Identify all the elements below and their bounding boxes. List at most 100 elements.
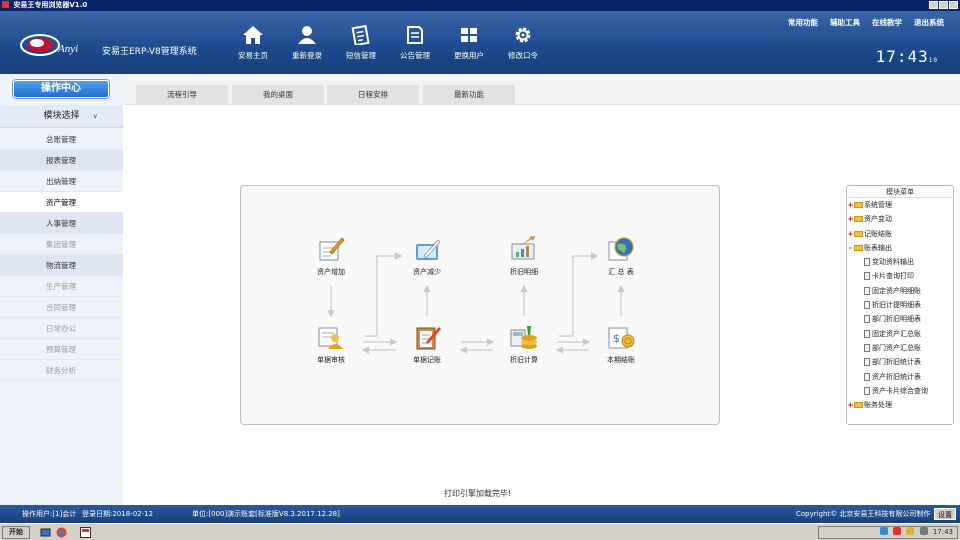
nav-home[interactable]: 安易主页 bbox=[226, 25, 280, 61]
expand-icon[interactable]: + bbox=[847, 227, 854, 241]
volume-icon[interactable] bbox=[919, 527, 928, 535]
sidebar-item-budget[interactable]: 预算管理 bbox=[0, 339, 123, 360]
settings-button[interactable]: 设置 bbox=[934, 508, 956, 520]
expand-icon[interactable]: + bbox=[847, 398, 854, 412]
tree-node-asset-change[interactable]: + 资产变动 bbox=[847, 212, 953, 226]
sidebar-item-group[interactable]: 集团管理 bbox=[0, 234, 123, 255]
sidebar-item-hr[interactable]: 人事管理 bbox=[0, 213, 123, 234]
taskbar-clock: 17:43 bbox=[932, 528, 953, 536]
clock-time: 17:43 bbox=[875, 47, 929, 66]
module-select[interactable]: 模块选择 v bbox=[0, 105, 123, 128]
tab-my-desktop[interactable]: 我的桌面 bbox=[232, 85, 324, 104]
tree-leaf[interactable]: 部门折旧统计表 bbox=[847, 355, 953, 369]
collapse-icon[interactable]: - bbox=[847, 241, 854, 255]
tree-leaf[interactable]: 折旧计提明细表 bbox=[847, 298, 953, 312]
sidebar-item-logistics[interactable]: 物流管理 bbox=[0, 255, 123, 276]
document-icon bbox=[864, 301, 870, 310]
document-icon bbox=[864, 329, 870, 338]
tree-node-system[interactable]: + 系统管理 bbox=[847, 198, 953, 212]
tree-leaf-label: 部门折旧统计表 bbox=[872, 358, 921, 367]
link-common-functions[interactable]: 常用功能 bbox=[788, 17, 818, 28]
tree-node-posting[interactable]: + 记账结账 bbox=[847, 227, 953, 241]
coins-calc-icon bbox=[510, 326, 537, 349]
document-icon bbox=[864, 315, 870, 324]
expand-icon[interactable]: + bbox=[847, 212, 854, 226]
gear-icon bbox=[515, 27, 531, 43]
maximize-button[interactable] bbox=[939, 1, 948, 9]
tips-icon[interactable] bbox=[906, 527, 915, 535]
tree-leaf[interactable]: 部门折旧明细表 bbox=[847, 312, 953, 326]
nav-sms[interactable]: 短信管理 bbox=[334, 25, 388, 61]
flow-node-period-close[interactable]: $ 本期结账 bbox=[596, 324, 646, 365]
tree-leaf[interactable]: 部门资产汇总账 bbox=[847, 341, 953, 355]
close-button[interactable] bbox=[949, 1, 958, 9]
sidebar-item-general-ledger[interactable]: 总账管理 bbox=[0, 129, 123, 150]
users-grid-icon bbox=[461, 28, 477, 42]
tree-node-accounting[interactable]: + 账务处理 bbox=[847, 398, 953, 412]
tree-leaf[interactable]: 资产折旧统计表 bbox=[847, 370, 953, 384]
window-title: 安易王专用浏览器V1.0 bbox=[13, 1, 88, 9]
tab-process-guide[interactable]: 流程引导 bbox=[136, 85, 228, 104]
clock-suffix: 10 bbox=[928, 57, 938, 64]
tree-leaf[interactable]: 固定资产汇总账 bbox=[847, 327, 953, 341]
tree-node-label: 记账结账 bbox=[864, 229, 892, 238]
start-button[interactable]: 开始 bbox=[2, 526, 30, 539]
tab-new-features[interactable]: 最新功能 bbox=[423, 85, 515, 104]
link-tools[interactable]: 辅助工具 bbox=[830, 17, 860, 28]
tree-leaf-label: 固定资产明细账 bbox=[872, 286, 921, 295]
flow-node-asset-increase[interactable]: 资产增加 bbox=[306, 236, 356, 277]
system-tray: 17:43 bbox=[818, 526, 958, 539]
tree-leaf[interactable]: 资产卡片综合查询 bbox=[847, 384, 953, 398]
flow-node-summary-table[interactable]: 汇 总 表 bbox=[596, 236, 646, 277]
sidebar-item-assets[interactable]: 资产管理 bbox=[0, 192, 123, 213]
operator-info: 操作用户:[1]会计 bbox=[22, 510, 77, 518]
app-icon bbox=[2, 1, 9, 8]
network-icon[interactable] bbox=[879, 527, 888, 535]
sidebar-item-reports[interactable]: 报表管理 bbox=[0, 150, 123, 171]
browser-icon[interactable] bbox=[56, 527, 67, 538]
flow-node-label: 单据审核 bbox=[317, 356, 345, 364]
link-exit[interactable]: 退出系统 bbox=[914, 17, 944, 28]
tree-leaf-label: 折旧计提明细表 bbox=[872, 301, 921, 310]
document-icon bbox=[864, 358, 870, 367]
antivirus-icon[interactable] bbox=[893, 527, 902, 535]
tree-node-label: 账表输出 bbox=[864, 243, 892, 252]
flow-node-depreciation-calc[interactable]: 折旧计算 bbox=[499, 324, 549, 365]
operation-center-button[interactable]: 操作中心 bbox=[13, 80, 109, 98]
flow-node-document-review[interactable]: 单据审核 bbox=[306, 324, 356, 365]
nav-change-password[interactable]: 修改口令 bbox=[496, 25, 550, 61]
expand-icon[interactable]: + bbox=[847, 198, 854, 212]
user-doc-icon bbox=[318, 327, 343, 349]
flow-node-document-posting[interactable]: 单据记账 bbox=[402, 324, 452, 365]
edit-card-icon bbox=[416, 239, 441, 260]
tree-leaf[interactable]: 卡片查询打印 bbox=[847, 269, 953, 283]
sidebar-item-production[interactable]: 生产管理 bbox=[0, 276, 123, 297]
link-online-teaching[interactable]: 在线教学 bbox=[872, 17, 902, 28]
chart-arrow-icon bbox=[511, 236, 535, 260]
tree-leaf[interactable]: 固定资产明细账 bbox=[847, 284, 953, 298]
flow-node-label: 折旧明细 bbox=[510, 268, 538, 276]
desktop-icon[interactable] bbox=[40, 527, 51, 538]
nav-notice[interactable]: 公告管理 bbox=[388, 25, 442, 61]
flow-connectors bbox=[327, 252, 625, 354]
nav-label: 更换用户 bbox=[454, 51, 484, 60]
flow-node-depreciation-detail[interactable]: 折旧明细 bbox=[499, 236, 549, 277]
sidebar-item-office[interactable]: 日常办公 bbox=[0, 318, 123, 339]
nav-switch-user[interactable]: 更换用户 bbox=[442, 25, 496, 61]
flow-node-asset-decrease[interactable]: 资产减少 bbox=[402, 236, 452, 277]
flow-node-label: 单据记账 bbox=[413, 356, 441, 364]
home-icon bbox=[243, 26, 263, 44]
sidebar-item-cashier[interactable]: 出纳管理 bbox=[0, 171, 123, 192]
tree-leaf[interactable]: 变动资料输出 bbox=[847, 255, 953, 269]
app-window-icon[interactable] bbox=[80, 527, 91, 538]
nav-relogin[interactable]: 重新登录 bbox=[280, 25, 334, 61]
minimize-button[interactable] bbox=[929, 1, 938, 9]
company-logo: Anyi bbox=[20, 34, 78, 56]
sidebar-item-analysis[interactable]: 财务分析 bbox=[0, 360, 123, 381]
tab-schedule[interactable]: 日程安排 bbox=[327, 85, 419, 104]
document-icon bbox=[864, 272, 870, 281]
tree-node-report-output[interactable]: - 账表输出 bbox=[847, 241, 953, 255]
window-titlebar: 安易王专用浏览器V1.0 bbox=[0, 0, 960, 11]
pen-paper-icon bbox=[319, 237, 345, 261]
sidebar-item-contracts[interactable]: 合同管理 bbox=[0, 297, 123, 318]
